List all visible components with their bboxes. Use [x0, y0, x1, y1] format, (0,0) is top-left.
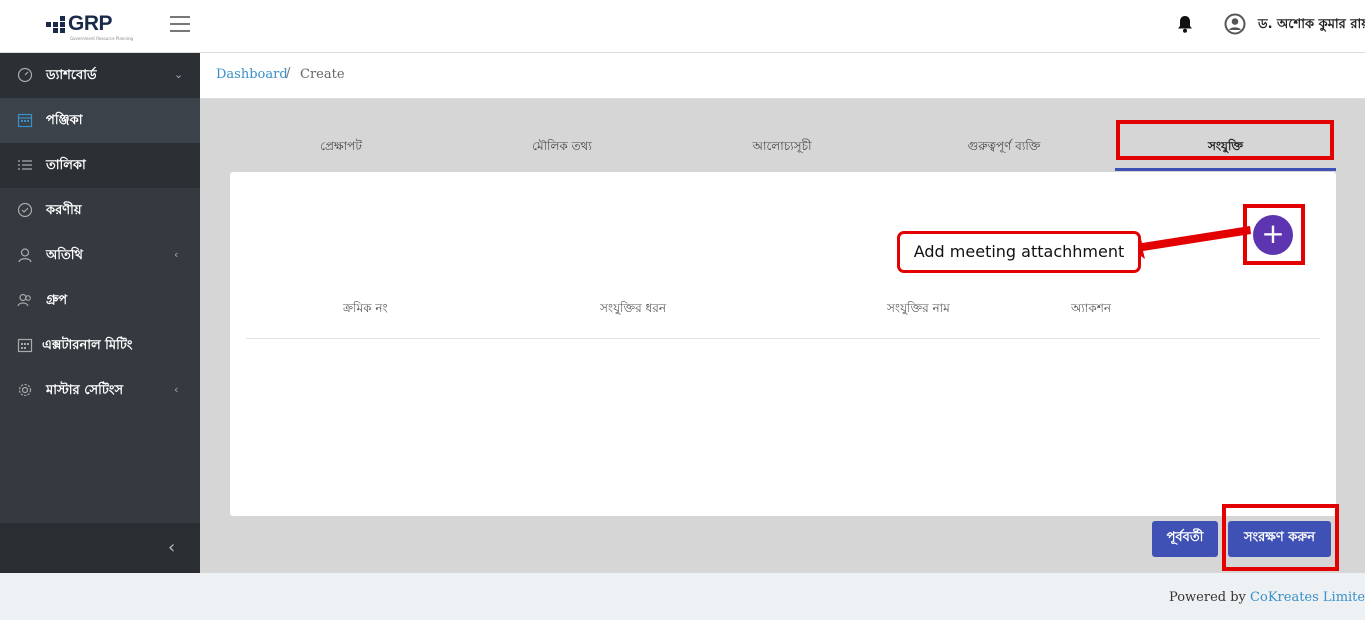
save-button[interactable]: সংরক্ষণ করুন [1228, 521, 1331, 557]
collapse-sidebar-icon[interactable]: ‹ [168, 537, 175, 558]
chevron-left-icon: ‹ [174, 248, 179, 261]
table-header-action: অ্যাকশন [1071, 301, 1112, 315]
sidebar-item-calendar[interactable]: পঞ্জিকা [0, 98, 200, 143]
sidebar-item-dashboard[interactable]: ড্যাশবোর্ড ⌄ [0, 53, 200, 98]
main-content: প্রেক্ষাপট মৌলিক তথ্য আলোচ্যসূচী গুরুত্ব… [200, 99, 1365, 573]
breadcrumb-current: Create [300, 67, 345, 82]
attachment-card: + ক্রমিক নং সংযুক্তির ধরন সংযুক্তির নাম … [230, 172, 1336, 516]
sidebar-item-group[interactable]: গ্রুপ [0, 278, 200, 323]
sidebar-item-label: মাস্টার সেটিংস [46, 383, 124, 398]
logo-mark-icon [46, 14, 68, 36]
sidebar-item-label: অতিথি [46, 248, 83, 263]
group-icon [17, 293, 31, 307]
logo-tagline: Government Resource Planning [70, 36, 134, 41]
sidebar-item-label: ড্যাশবোর্ড [46, 68, 97, 83]
sidebar-footer: ‹ [0, 523, 200, 573]
footer-prefix: Powered by [1169, 590, 1246, 605]
chevron-left-icon: ‹ [174, 383, 179, 396]
sidebar-item-external-meeting[interactable]: এক্সটারনাল মিটিং [0, 323, 200, 368]
menu-toggle-icon[interactable] [170, 16, 190, 34]
sidebar-item-list[interactable]: তালিকা [0, 143, 200, 188]
sidebar-item-label: গ্রুপ [46, 293, 68, 308]
check-circle-icon [17, 202, 33, 218]
sidebar-item-master-settings[interactable]: মাস্টার সেটিংস ‹ [0, 368, 200, 413]
gear-icon [18, 383, 32, 397]
sidebar-item-todo[interactable]: করণীয় [0, 188, 200, 233]
user-name[interactable]: ড. অশোক কুমার রায় [1258, 15, 1365, 36]
tab-basic-info[interactable]: মৌলিক তথ্য [502, 129, 622, 171]
annotation-callout: Add meeting attachhment [897, 231, 1141, 273]
table-header-type: সংযুক্তির ধরন [600, 301, 666, 315]
table-divider [246, 338, 1320, 339]
footer-text: Powered by CoKreates Limited [1169, 590, 1365, 605]
notification-bell-icon[interactable] [1176, 14, 1194, 34]
table-header-name: সংযুক্তির নাম [887, 301, 950, 315]
chevron-down-icon: ⌄ [174, 68, 184, 81]
tab-attachment[interactable]: সংযুক্তি [1115, 129, 1336, 171]
grp-logo[interactable]: GRP Government Resource Planning [46, 12, 133, 41]
tab-agenda[interactable]: আলোচ্যসূচী [726, 129, 838, 171]
sidebar: ড্যাশবোর্ড ⌄ পঞ্জিকা তালিকা করণীয় অতিথি… [0, 53, 200, 573]
tab-important-persons[interactable]: গুরুত্বপূর্ণ ব্যক্তি [940, 129, 1068, 171]
table-header-serial: ক্রমিক নং [343, 301, 388, 315]
sidebar-item-label: তালিকা [46, 158, 86, 173]
calendar-grid-icon [17, 338, 33, 353]
list-icon [18, 160, 32, 170]
breadcrumb: Dashboard / Create [200, 53, 1365, 99]
logo-text: GRP [68, 12, 113, 35]
previous-button[interactable]: পূর্ববর্তী [1152, 521, 1218, 557]
calendar-icon [17, 113, 33, 128]
tab-background[interactable]: প্রেক্ষাপট [280, 129, 402, 171]
footer-company-link[interactable]: CoKreates Limited [1250, 590, 1365, 605]
page-footer: Powered by CoKreates Limited [0, 573, 1365, 620]
user-avatar-icon[interactable] [1224, 13, 1246, 35]
sidebar-item-label: এক্সটারনাল মিটিং [42, 338, 133, 353]
sidebar-item-guest[interactable]: অতিথি ‹ [0, 233, 200, 278]
user-icon [18, 248, 32, 263]
breadcrumb-dashboard-link[interactable]: Dashboard [216, 67, 288, 82]
dashboard-gauge-icon [17, 67, 33, 83]
top-header: GRP Government Resource Planning ড. অশোক… [0, 0, 1365, 53]
sidebar-item-label: করণীয় [46, 203, 82, 218]
add-attachment-button[interactable]: + [1253, 215, 1293, 255]
breadcrumb-separator: / [286, 66, 291, 81]
sidebar-item-label: পঞ্জিকা [46, 113, 83, 128]
